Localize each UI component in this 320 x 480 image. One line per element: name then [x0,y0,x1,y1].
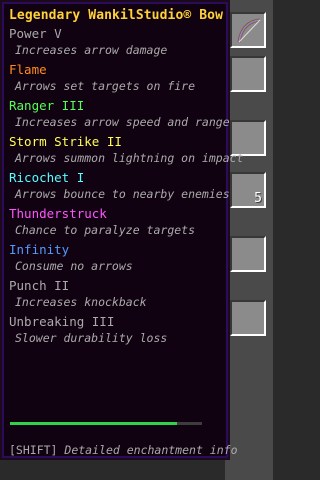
enchantment-entry: Thunderstruck Chance to paralyze targets [9,206,222,238]
enchantment-name: Thunderstruck [9,206,107,221]
bow-slot[interactable] [230,12,266,48]
item-title: Legendary WankilStudio® Bow [9,8,224,23]
enchantment-entry: Power V Increases arrow damage [9,26,222,58]
enchantment-name: Flame [9,62,47,77]
enchantment-name: Ricochet I [9,170,85,185]
shift-key-label: [SHIFT] [9,443,58,457]
enchantment-description: Consume no arrows [15,259,133,273]
enchantment-name: Unbreaking III [9,314,115,329]
enchantment-entry: Flame Arrows set targets on fire [9,62,222,94]
enchantment-entry: Unbreaking III Slower durability loss [9,314,222,346]
enchantment-entry: Storm Strike II Arrows summon lightning o… [9,134,244,166]
enchantment-name: Ranger III [9,98,85,113]
enchantment-entry: Ranger III Increases arrow speed and rang… [9,98,230,130]
shift-hint-text: Detailed enchantment info [64,443,238,457]
enchantment-description: Slower durability loss [15,331,168,345]
inventory-slot[interactable] [230,300,266,336]
enchantment-description: Chance to paralyze targets [15,223,196,237]
enchantment-name: Punch II [9,278,70,293]
durability-bar [10,422,202,425]
item-tooltip: Legendary WankilStudio® Bow Power V Incre… [0,0,244,460]
enchantment-list: Power V Increases arrow damage Flame Arrows… [9,26,244,346]
shift-hint: [SHIFT] Detailed enchantment info [9,443,238,457]
enchantment-description: Increases knockback [15,295,147,309]
enchantment-entry: Ricochet I Arrows bounce to nearby enemie… [9,170,230,202]
inventory-slot[interactable] [230,56,266,92]
enchantment-description: Increases arrow speed and range [15,115,230,129]
durability-bar-fill [10,422,178,425]
enchantment-name: Storm Strike II [9,134,122,149]
enchantment-entry: Punch II Increases knockback [9,278,222,310]
enchantment-description: Arrows set targets on fire [15,79,196,93]
inventory-slot[interactable] [230,236,266,272]
inventory-slot[interactable]: 5 [230,172,266,208]
enchantment-description: Arrows summon lightning on impact [15,151,244,165]
enchantment-description: Increases arrow damage [15,43,168,57]
slot-count: 5 [254,191,262,206]
enchantment-description: Arrows bounce to nearby enemies [15,187,230,201]
enchantment-entry: Infinity Consume no arrows [9,242,222,274]
enchantment-name: Infinity [9,242,70,257]
enchantment-name: Power V [9,26,62,41]
